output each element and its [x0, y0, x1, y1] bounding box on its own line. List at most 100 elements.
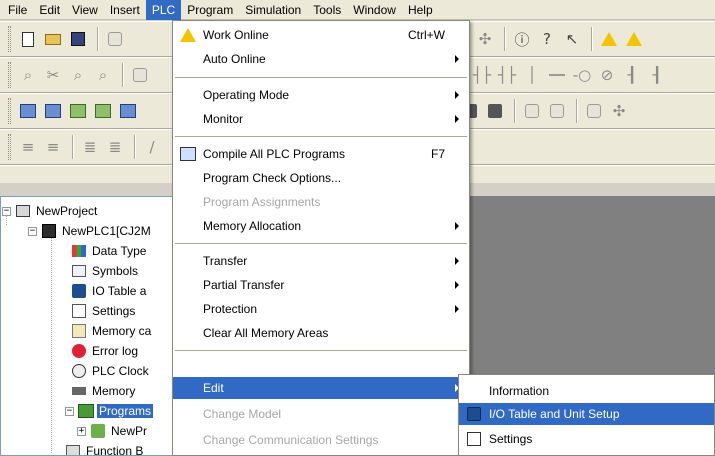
menu-item-edit[interactable]: Edit: [173, 377, 469, 399]
menu-item-auto-online[interactable]: Auto Online: [173, 48, 469, 70]
tree-node-label: Data Type: [92, 244, 147, 258]
menu-item-transfer[interactable]: Transfer: [173, 250, 469, 272]
menu-item-clear-all-memory[interactable]: Clear All Memory Areas: [173, 322, 469, 344]
menu-item-label: Transfer: [203, 254, 248, 268]
tree-node-programs[interactable]: − Programs: [65, 401, 154, 421]
tree-node-symbols[interactable]: Symbols: [71, 261, 140, 281]
menu-item-partial-transfer[interactable]: Partial Transfer: [173, 274, 469, 296]
toolbar-grip[interactable]: [8, 62, 11, 88]
collapse-icon[interactable]: −: [2, 206, 11, 216]
contact-or-button[interactable]: ┤├: [496, 64, 518, 86]
save-button[interactable]: [67, 28, 89, 50]
menu-item-compile-all[interactable]: Compile All PLC Programs F7: [173, 143, 469, 165]
menu-help[interactable]: Help: [402, 0, 439, 20]
indent-button[interactable]: ≡: [17, 136, 39, 158]
menu-item-program-check-options[interactable]: Program Check Options...: [173, 167, 469, 189]
project-window-button[interactable]: [17, 100, 39, 122]
menu-tools[interactable]: Tools: [307, 0, 347, 20]
tree-connector: [51, 233, 52, 453]
menu-item-operating-mode[interactable]: Operating Mode: [173, 84, 469, 106]
tree-node-memory[interactable]: Memory: [71, 381, 137, 401]
mode-program-button[interactable]: [521, 100, 543, 122]
cut-button[interactable]: ✂: [42, 64, 64, 86]
auto-online-button[interactable]: [623, 28, 645, 50]
memory-card-icon: [71, 323, 87, 339]
online-button[interactable]: [598, 28, 620, 50]
info-button[interactable]: ⓘ: [511, 28, 533, 50]
mode-run-button[interactable]: [583, 100, 605, 122]
menu-item-label: Clear All Memory Areas: [203, 326, 329, 340]
settings-icon: [71, 303, 87, 319]
grid-button[interactable]: [129, 64, 151, 86]
zoom-in-button[interactable]: ⌕: [67, 64, 89, 86]
tree-node-plc[interactable]: − NewPLC1[CJ2M: [28, 221, 153, 241]
instruction-button[interactable]: ┨: [621, 64, 643, 86]
outdent-button[interactable]: ≡: [42, 136, 64, 158]
tree-node-settings[interactable]: Settings: [71, 301, 137, 321]
horizontal-line-icon: [549, 74, 565, 76]
output-window-button[interactable]: [92, 100, 114, 122]
comment-icon: ≣: [83, 138, 97, 156]
comment-button[interactable]: ≣: [79, 136, 101, 158]
contact-nc-button[interactable]: ┤├: [471, 64, 493, 86]
toolbar-grip[interactable]: [8, 134, 11, 160]
toolbar-grip[interactable]: [8, 26, 11, 52]
tree-node-project[interactable]: − NewProject: [2, 201, 99, 221]
collapse-icon[interactable]: −: [65, 406, 74, 416]
help-button[interactable]: ?: [536, 28, 558, 50]
ladder-window-button[interactable]: [42, 100, 64, 122]
tree-node-data-type[interactable]: Data Type: [71, 241, 148, 261]
draw-button[interactable]: /: [141, 136, 163, 158]
tree-node-memory-card[interactable]: Memory ca: [71, 321, 153, 341]
tree-node-new-program[interactable]: + NewPr: [77, 421, 149, 441]
menu-simulation[interactable]: Simulation: [239, 0, 307, 20]
tree-node-plc-clock[interactable]: PLC Clock: [71, 361, 151, 381]
toolbar-grip[interactable]: [8, 98, 11, 124]
vertical-line-button[interactable]: │: [521, 64, 543, 86]
watch-window-button[interactable]: [117, 100, 139, 122]
menu-program[interactable]: Program: [181, 0, 239, 20]
menu-view[interactable]: View: [66, 0, 104, 20]
tree-node-function-blocks[interactable]: Function B: [65, 441, 145, 455]
instruction2-button[interactable]: ┨: [646, 64, 668, 86]
expand-icon[interactable]: +: [77, 426, 86, 436]
menu-edit[interactable]: Edit: [33, 0, 66, 20]
force-button[interactable]: ✣: [608, 100, 630, 122]
context-help-button[interactable]: ↖: [561, 28, 583, 50]
menu-plc[interactable]: PLC: [145, 0, 182, 20]
tree-node-label: Programs: [97, 404, 154, 418]
submenu-item-io-table[interactable]: I/O Table and Unit Setup: [459, 403, 714, 425]
uncomment-button[interactable]: ≣: [104, 136, 126, 158]
compare-button[interactable]: [484, 100, 506, 122]
menu-item-monitor[interactable]: Monitor: [173, 108, 469, 130]
zoom-button[interactable]: ⌕: [17, 64, 39, 86]
menu-item-label: Change Model: [203, 407, 282, 421]
mode-monitor-button[interactable]: [546, 100, 568, 122]
menu-file[interactable]: File: [2, 0, 33, 20]
menu-item-protection[interactable]: Protection: [173, 298, 469, 320]
collapse-icon[interactable]: −: [28, 226, 37, 236]
contact-or-icon: ┤├: [497, 66, 517, 84]
coil-nc-button[interactable]: ⊘: [596, 64, 618, 86]
network-config-button[interactable]: ✣: [474, 28, 496, 50]
draw-icon: /: [149, 138, 155, 156]
tree-node-error-log[interactable]: Error log: [71, 341, 140, 361]
submenu-item-settings[interactable]: Settings: [459, 428, 714, 450]
coil-button[interactable]: -○: [571, 64, 593, 86]
open-button[interactable]: [42, 28, 64, 50]
menu-item-work-online[interactable]: Work Online Ctrl+W: [173, 24, 469, 46]
symbol-window-button[interactable]: [67, 100, 89, 122]
tree-node-io-table[interactable]: IO Table a: [71, 281, 148, 301]
menu-item-memory-allocation[interactable]: Memory Allocation: [173, 215, 469, 237]
compare-icon: [488, 104, 502, 118]
zoom-icon: ⌕: [23, 66, 33, 84]
new-file-button[interactable]: [17, 28, 39, 50]
menu-window[interactable]: Window: [347, 0, 402, 20]
print-preview-button[interactable]: [104, 28, 126, 50]
settings-icon: [467, 432, 481, 446]
submenu-item-information[interactable]: Information: [459, 380, 714, 402]
horizontal-line-button[interactable]: [546, 64, 568, 86]
zoom-out-button[interactable]: ⌕: [92, 64, 114, 86]
project-tree[interactable]: − NewProject − NewPLC1[CJ2M Data Type Sy…: [0, 196, 180, 456]
menu-insert[interactable]: Insert: [104, 0, 146, 20]
